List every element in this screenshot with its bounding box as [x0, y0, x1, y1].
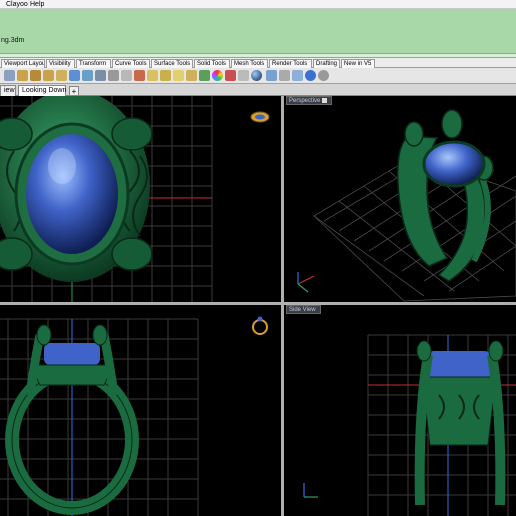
- viewport-side[interactable]: Side View: [284, 305, 516, 516]
- viewport-perspective[interactable]: Perspective: [284, 96, 516, 302]
- viewport-label-side-view-text: Side View: [289, 307, 316, 313]
- toolbar-tab-bar: Viewport Layout Visibility Transform Cur…: [0, 58, 516, 68]
- set-cplane-icon[interactable]: [108, 70, 119, 81]
- shaded-icon[interactable]: [199, 70, 210, 81]
- color-wheel-icon[interactable]: [212, 70, 223, 81]
- arrange-icon[interactable]: [292, 70, 303, 81]
- command-history-line: ng.3dm: [1, 37, 25, 44]
- tab-transform[interactable]: Transform: [76, 59, 111, 68]
- pan-icon[interactable]: [4, 70, 15, 81]
- menu-bar: Clayoo Help: [0, 0, 516, 9]
- viewport-label-perspective[interactable]: Perspective: [286, 96, 333, 105]
- viewport-tab-view[interactable]: iew: [0, 85, 16, 96]
- viewport-tab-bar: iew Looking Down +: [0, 84, 516, 96]
- tab-viewport-layout[interactable]: Viewport Layout: [1, 59, 45, 68]
- world-axes-icon: [297, 272, 315, 293]
- layers-icon[interactable]: [266, 70, 277, 81]
- tab-surface-tools[interactable]: Surface Tools: [151, 59, 193, 68]
- ring-perspective: [397, 109, 494, 282]
- render-preview-icon[interactable]: [186, 70, 197, 81]
- gem-top: [26, 134, 118, 254]
- viewport-top-canvas: [0, 96, 270, 302]
- tab-new-in-v5[interactable]: New in V5: [341, 59, 375, 68]
- viewport-label-side-view[interactable]: Side View: [286, 305, 321, 314]
- options-icon[interactable]: [279, 70, 290, 81]
- help-icon[interactable]: [305, 70, 316, 81]
- viewport-splitter-vertical[interactable]: [281, 96, 284, 516]
- grid-icon[interactable]: [121, 70, 132, 81]
- zoom-window-icon[interactable]: [30, 70, 41, 81]
- tab-mesh-tools[interactable]: Mesh Tools: [231, 59, 268, 68]
- chevron-down-icon: [322, 97, 328, 103]
- toolbar: [0, 68, 516, 84]
- zoom-icon[interactable]: [56, 70, 67, 81]
- viewport-top[interactable]: [0, 96, 281, 302]
- zoom-selected-icon[interactable]: [43, 70, 54, 81]
- viewport-splitter-horizontal[interactable]: [0, 302, 516, 305]
- tab-drafting[interactable]: Drafting: [313, 59, 340, 68]
- ring-widget-icon: [252, 316, 268, 335]
- viewport-tab-looking-down[interactable]: Looking Down: [18, 85, 66, 96]
- cplane-widget-icon: [250, 111, 270, 123]
- rotate-view-icon[interactable]: [69, 70, 80, 81]
- menu-item-help[interactable]: Help: [30, 0, 44, 9]
- viewport-label-perspective-text: Perspective: [289, 98, 321, 104]
- axes-icon: [303, 483, 318, 498]
- gem-perspective: [422, 140, 486, 188]
- show-objects-icon[interactable]: [134, 70, 145, 81]
- ring-side: [421, 376, 497, 446]
- ghosted-icon[interactable]: [238, 70, 249, 81]
- set-view-icon[interactable]: [95, 70, 106, 81]
- viewport-perspective-canvas: [297, 109, 516, 302]
- sphere-icon[interactable]: [251, 70, 262, 81]
- gem-side: [424, 351, 494, 379]
- tab-render-tools[interactable]: Render Tools: [269, 59, 312, 68]
- undo-view-icon[interactable]: [82, 70, 93, 81]
- gear-icon[interactable]: [318, 70, 329, 81]
- viewport-front-canvas: [0, 316, 268, 516]
- gem-front: [44, 343, 100, 365]
- add-viewport-tab-button[interactable]: +: [69, 86, 79, 96]
- menu-item-clayoo[interactable]: Clayoo: [6, 0, 28, 9]
- viewport-front[interactable]: [0, 305, 281, 516]
- zoom-extents-icon[interactable]: [17, 70, 28, 81]
- spotlight-icon[interactable]: [173, 70, 184, 81]
- tab-solid-tools[interactable]: Solid Tools: [194, 59, 230, 68]
- lock-icon[interactable]: [147, 70, 158, 81]
- command-area: ng.3dm: [0, 9, 516, 58]
- viewport-side-canvas: [303, 334, 516, 516]
- rendered-icon[interactable]: [225, 70, 236, 81]
- tab-curve-tools[interactable]: Curve Tools: [112, 59, 150, 68]
- properties-icon[interactable]: [160, 70, 171, 81]
- tab-visibility[interactable]: Visibility: [46, 59, 75, 68]
